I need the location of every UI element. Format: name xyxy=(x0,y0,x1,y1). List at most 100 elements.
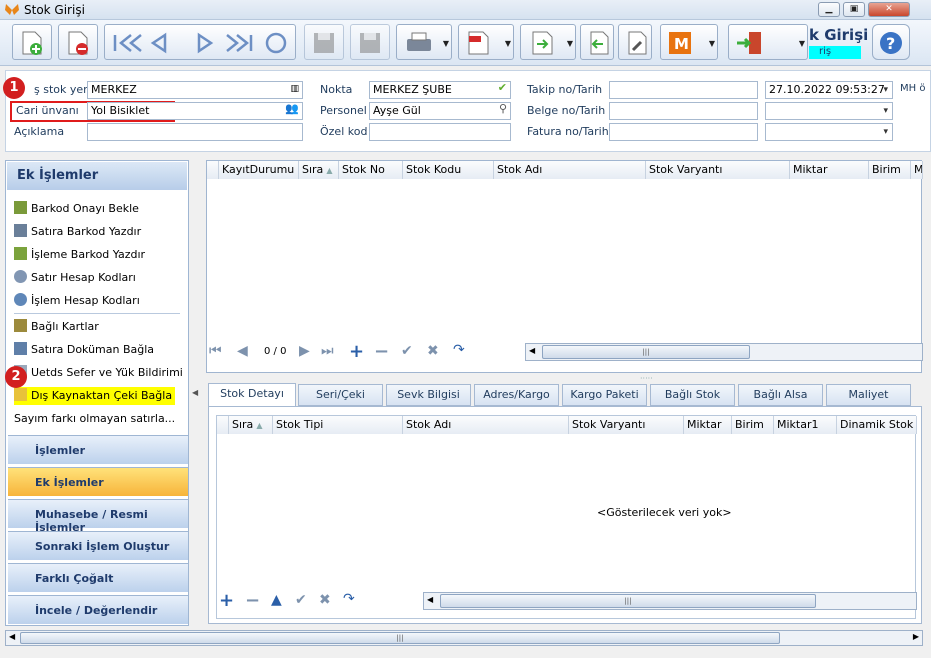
main-grid-hscroll[interactable]: ◀ ||| xyxy=(525,343,923,361)
scroll-left-icon[interactable]: ◀ xyxy=(529,346,535,355)
help-button[interactable]: ? xyxy=(872,24,910,60)
m-button[interactable]: M ▼ xyxy=(660,24,718,60)
tab-seri-ceki[interactable]: Seri/Çeki xyxy=(298,384,383,406)
sidebar-item-satir-hesap[interactable]: Satır Hesap Kodları xyxy=(14,269,136,287)
export-button[interactable]: ▼ xyxy=(520,24,576,60)
col-stok-tipi[interactable]: Stok Tipi xyxy=(273,416,403,434)
refresh-icon[interactable]: ↷ xyxy=(453,342,465,358)
delete-record-button[interactable] xyxy=(58,24,98,60)
col-stok-varyanti[interactable]: Stok Varyantı xyxy=(646,161,790,179)
settings-button[interactable] xyxy=(618,24,652,60)
tab-stok-detayi[interactable]: Stok Detayı xyxy=(208,383,296,407)
splitter-grip[interactable]: ····· xyxy=(640,374,653,383)
sidebar-item-uetds[interactable]: Uetds Sefer ve Yük Bildirimi xyxy=(14,364,183,382)
save-button[interactable] xyxy=(304,24,344,60)
cancel-icon[interactable]: ✖ xyxy=(319,592,331,608)
col-m[interactable]: M xyxy=(911,161,923,179)
col-dinamik-stok[interactable]: Dinamik Stok xyxy=(837,416,917,434)
confirm-icon[interactable]: ✔ xyxy=(401,343,413,359)
category-ek-islemler[interactable]: Ek İşlemler xyxy=(8,467,188,496)
last-record-icon[interactable]: ⏭ xyxy=(321,343,334,359)
maximize-button[interactable]: ▣ xyxy=(843,2,865,17)
col-sira[interactable]: Sıra ▲ xyxy=(229,416,273,434)
remove-row-icon[interactable]: − xyxy=(245,590,260,611)
takip-no-field[interactable] xyxy=(609,81,758,99)
scroll-thumb[interactable]: ||| xyxy=(440,594,816,608)
category-islemler[interactable]: İşlemler xyxy=(8,435,188,464)
col-miktar1[interactable]: Miktar1 xyxy=(774,416,837,434)
users-icon[interactable]: 👥 xyxy=(285,103,299,115)
minimize-button[interactable]: ▁ xyxy=(818,2,840,17)
sidebar-item-satira-barkod[interactable]: Satıra Barkod Yazdır xyxy=(14,223,141,241)
category-sonraki-islem[interactable]: Sonraki İşlem Oluştur xyxy=(8,531,188,560)
col-stok-no[interactable]: Stok No xyxy=(339,161,403,179)
exit-button[interactable]: ▼ xyxy=(728,24,808,60)
sidebar-item-bagli-kartlar[interactable]: Bağlı Kartlar xyxy=(14,318,99,336)
sidebar-item-islem-hesap[interactable]: İşlem Hesap Kodları xyxy=(14,292,140,310)
tab-bagli-stok[interactable]: Bağlı Stok xyxy=(650,384,735,406)
category-incele[interactable]: İncele / Değerlendir xyxy=(8,595,188,624)
tab-maliyet[interactable]: Maliyet xyxy=(826,384,911,406)
tab-kargo-paketi[interactable]: Kargo Paketi xyxy=(562,384,647,406)
save-close-button[interactable] xyxy=(350,24,390,60)
add-row-icon[interactable]: + xyxy=(349,341,364,362)
sidebar-item-barkod-onayi[interactable]: Barkod Onayı Bekle xyxy=(14,200,139,218)
col-kayit-durumu[interactable]: KayıtDurumu xyxy=(219,161,299,179)
confirm-icon[interactable]: ✔ xyxy=(295,592,307,608)
tab-adres-kargo[interactable]: Adres/Kargo xyxy=(474,384,559,406)
nokta-field[interactable]: MERKEZ ŞUBE ✔ xyxy=(369,81,511,99)
pdf-button[interactable]: ▼ xyxy=(458,24,514,60)
cari-field[interactable]: Yol Bisiklet 👥 xyxy=(87,102,303,120)
col-miktar[interactable]: Miktar xyxy=(684,416,732,434)
cancel-icon[interactable]: ✖ xyxy=(427,343,439,359)
detail-grid-hscroll[interactable]: ◀ ||| xyxy=(423,592,917,610)
takip-date-field[interactable]: 27.10.2022 09:53:27 xyxy=(765,81,893,99)
import-button[interactable] xyxy=(580,24,614,60)
first-record-icon[interactable]: ⏮ xyxy=(209,343,222,359)
scroll-left-icon[interactable]: ◀ xyxy=(9,632,15,641)
close-button[interactable]: ✕ xyxy=(868,2,910,17)
personel-field[interactable]: Ayşe Gül ⚲ xyxy=(369,102,511,120)
col-stok-adi[interactable]: Stok Adı xyxy=(403,416,569,434)
sidebar-item-sayim-farki[interactable]: Sayım farkı olmayan satırla... xyxy=(14,410,175,428)
fatura-date-field[interactable] xyxy=(765,123,893,141)
sidebar-item-dokuman-bagla[interactable]: Satıra Doküman Bağla xyxy=(14,341,154,359)
col-stok-kodu[interactable]: Stok Kodu xyxy=(403,161,494,179)
tab-sevk-bilgisi[interactable]: Sevk Bilgisi xyxy=(386,384,471,406)
scroll-thumb[interactable]: ||| xyxy=(20,632,780,644)
col-birim[interactable]: Birim xyxy=(732,416,774,434)
belge-date-field[interactable] xyxy=(765,102,893,120)
fatura-no-field[interactable] xyxy=(609,123,758,141)
belge-no-field[interactable] xyxy=(609,102,758,120)
prev-record-icon[interactable]: ◀ xyxy=(237,343,248,359)
category-muhasebe[interactable]: Muhasebe / Resmi İşlemler xyxy=(8,499,188,534)
move-up-icon[interactable]: ▲ xyxy=(271,592,282,608)
sidebar-item-isleme-barkod[interactable]: İşleme Barkod Yazdır xyxy=(14,246,145,264)
window-hscroll[interactable]: ◀ ||| ▶ xyxy=(5,630,923,646)
scroll-left-icon[interactable]: ◀ xyxy=(427,595,433,604)
aciklama-field[interactable] xyxy=(87,123,303,141)
category-farkli-cogalt[interactable]: Farklı Çoğalt xyxy=(8,563,188,592)
new-record-button[interactable] xyxy=(12,24,52,60)
col-stok-adi[interactable]: Stok Adı xyxy=(494,161,646,179)
remove-row-icon[interactable]: − xyxy=(374,341,389,362)
nav-arrows-icon[interactable] xyxy=(109,30,293,56)
collapse-arrow-icon[interactable]: ◀ xyxy=(192,388,198,397)
stok-yeri-field[interactable]: MERKEZ ▥ xyxy=(87,81,303,99)
refresh-icon[interactable]: ↷ xyxy=(343,591,355,607)
scroll-thumb[interactable]: ||| xyxy=(542,345,750,359)
scroll-right-icon[interactable]: ▶ xyxy=(913,632,919,641)
sidebar-item-dis-kaynak[interactable]: Dış Kaynaktan Çeki Bağla xyxy=(14,387,176,405)
ozel-kod-field[interactable] xyxy=(369,123,511,141)
barcode-icon[interactable]: ▥ xyxy=(290,83,299,95)
add-row-icon[interactable]: + xyxy=(219,590,234,611)
tab-bagli-alsa[interactable]: Bağlı Alsa xyxy=(738,384,823,406)
print-button[interactable]: ▼ xyxy=(396,24,452,60)
person-search-icon[interactable]: ⚲ xyxy=(499,103,507,115)
col-stok-varyanti[interactable]: Stok Varyantı xyxy=(569,416,684,434)
col-birim[interactable]: Birim xyxy=(869,161,911,179)
col-sira[interactable]: Sıra ▲ xyxy=(299,161,339,179)
col-miktar[interactable]: Miktar xyxy=(790,161,869,179)
check-icon[interactable]: ✔ xyxy=(498,82,507,94)
next-record-icon[interactable]: ▶ xyxy=(299,343,310,359)
